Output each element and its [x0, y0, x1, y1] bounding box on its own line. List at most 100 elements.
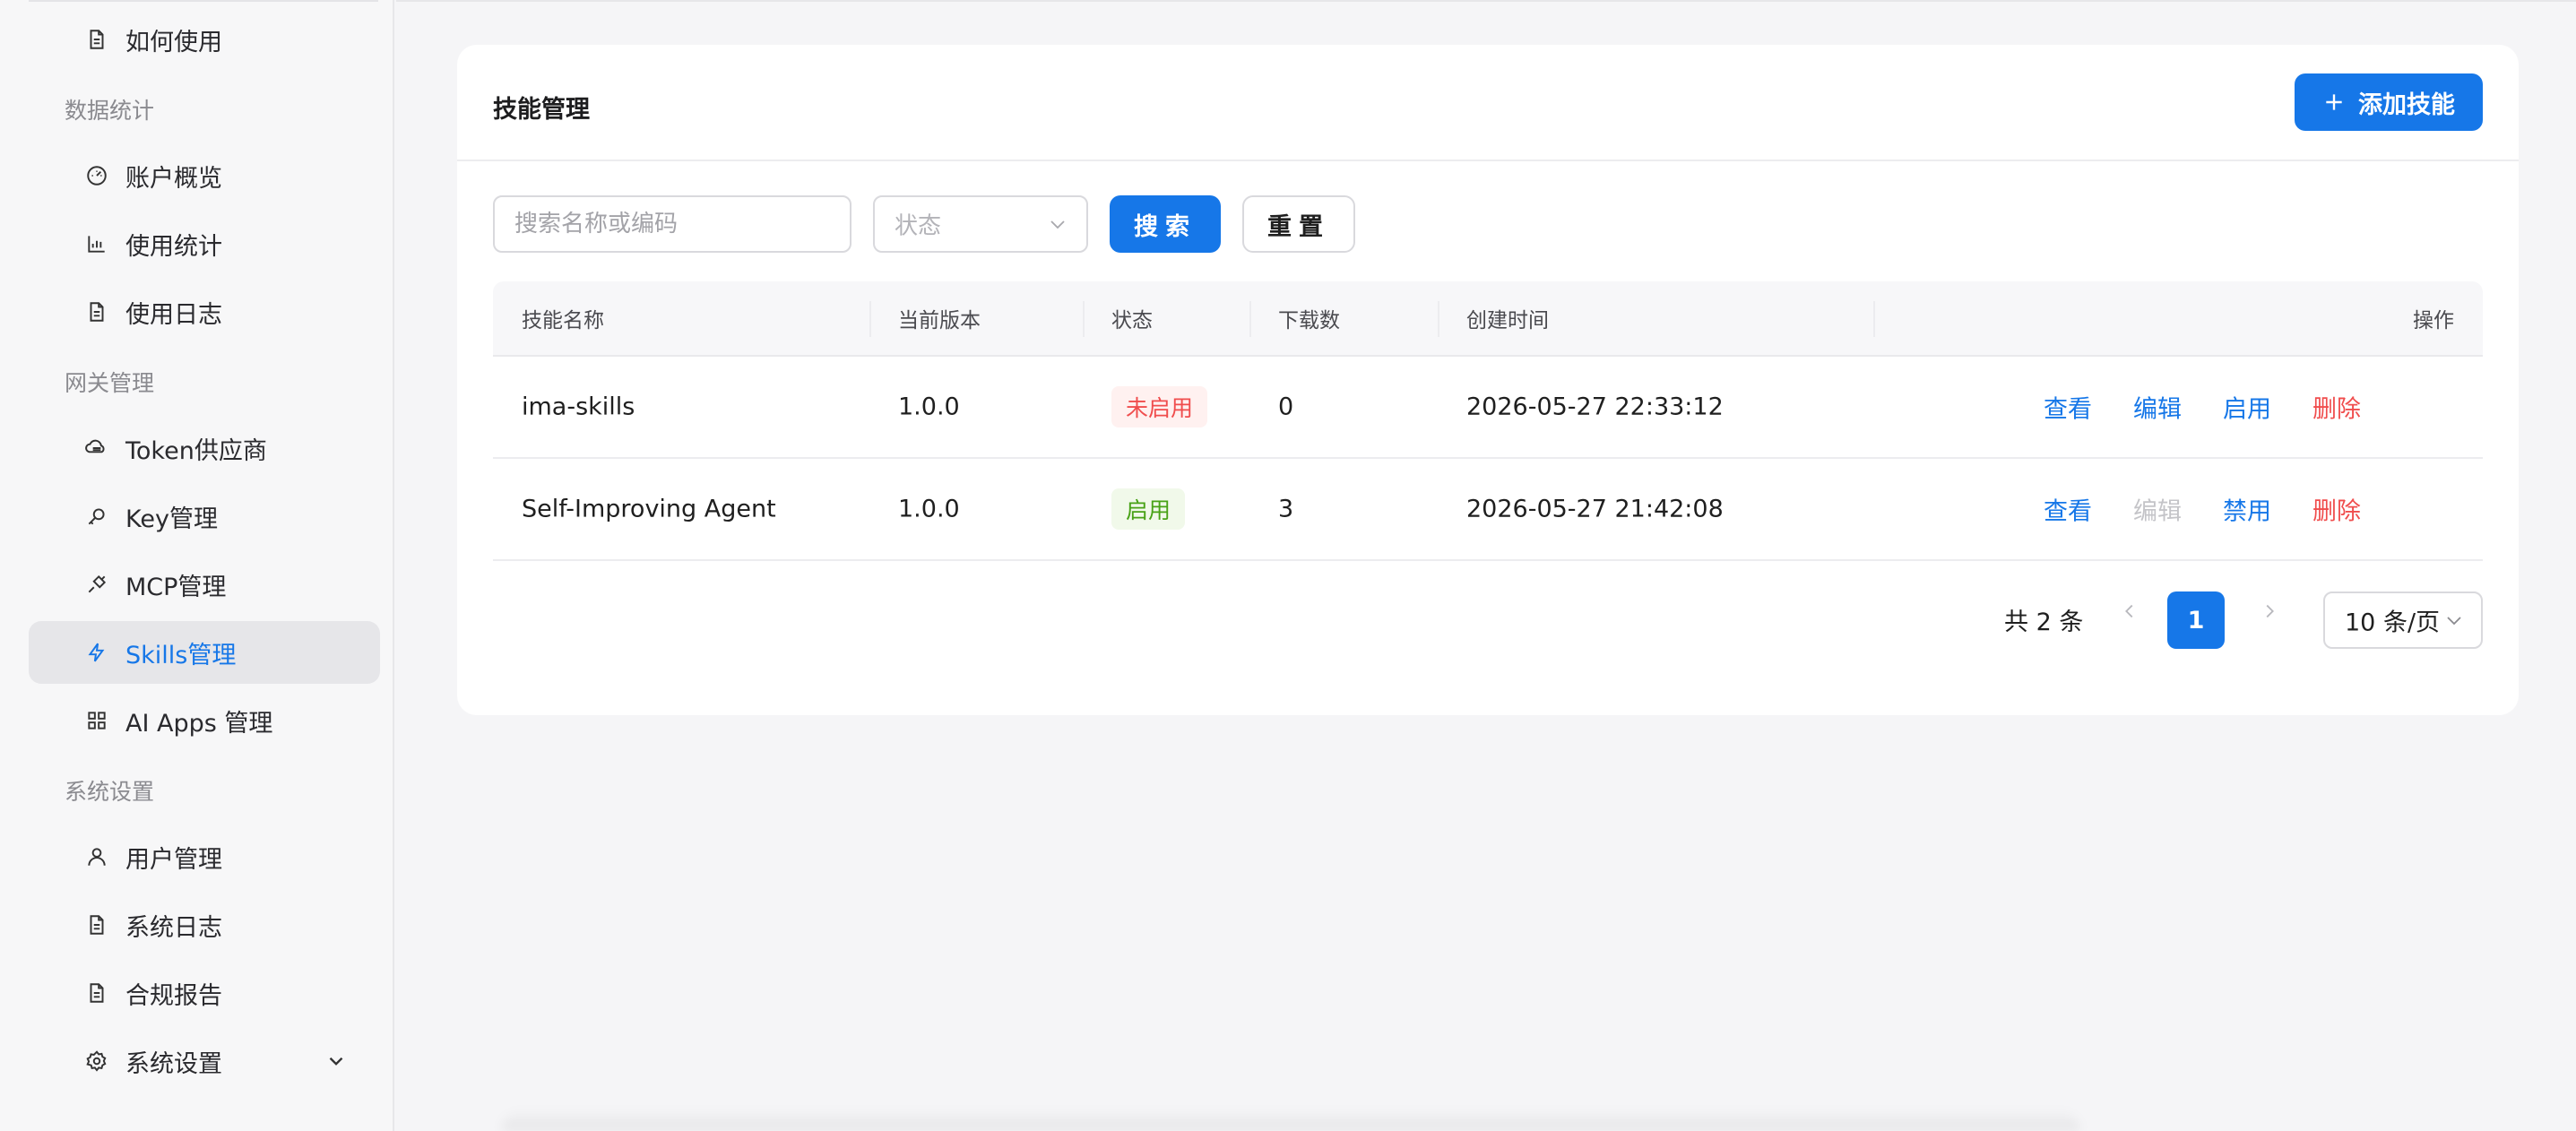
status-badge: 未启用 — [1111, 386, 1208, 427]
column-separator — [1249, 301, 1251, 337]
created-time: 2026-05-27 22:33:12 — [1466, 393, 1724, 421]
sidebar-item-how-to-use[interactable]: 如何使用 — [29, 8, 380, 71]
sidebar-item-label: 合规报告 — [125, 981, 222, 1010]
download-count: 0 — [1278, 393, 1294, 421]
status-select[interactable]: 状态 — [873, 195, 1088, 253]
add-skill-button[interactable]: 添加技能 — [2295, 73, 2483, 131]
page-size-value: 10 条/页 — [2345, 609, 2441, 637]
sidebar-item-usage-logs[interactable]: 使用日志 — [29, 281, 380, 343]
pagination-total: 共 2 条 — [2004, 609, 2084, 636]
bar-chart-icon — [84, 231, 109, 256]
skill-name: ima-skills — [522, 393, 635, 421]
chevron-down-icon — [1050, 220, 1065, 229]
sidebar-item-user-management[interactable]: 用户管理 — [29, 825, 380, 888]
sidebar-item-label: 使用统计 — [125, 232, 222, 261]
chevron-down-icon[interactable] — [324, 1049, 348, 1073]
key-icon — [84, 504, 109, 529]
lightning-icon — [84, 640, 109, 665]
table-row: Self-Improving Agent 1.0.0 启用 3 2026-05-… — [493, 459, 2483, 561]
enable-button[interactable]: 启用 — [2223, 390, 2271, 425]
user-icon — [84, 844, 109, 869]
pagination-next[interactable] — [2252, 593, 2287, 629]
sidebar-item-token-providers[interactable]: Token供应商 — [29, 417, 380, 479]
download-count: 3 — [1278, 495, 1294, 523]
sidebar-item-label: 系统日志 — [125, 913, 222, 942]
sidebar-item-system-logs[interactable]: 系统日志 — [29, 894, 380, 956]
sidebar-item-label: 账户概览 — [125, 164, 222, 193]
sidebar-item-label: AI Apps 管理 — [125, 709, 273, 738]
sidebar-item-key-management[interactable]: Key管理 — [29, 485, 380, 548]
sidebar-item-mcp-management[interactable]: MCP管理 — [29, 553, 380, 616]
chevron-left-icon — [2125, 604, 2133, 618]
column-separator — [869, 301, 871, 337]
column-separator — [1438, 301, 1439, 337]
sidebar-item-label: Skills管理 — [125, 641, 237, 669]
column-header-actions: 操作 — [2413, 309, 2454, 332]
sidebar-item-ai-apps-management[interactable]: AI Apps 管理 — [29, 689, 380, 752]
sidebar-item-compliance-report[interactable]: 合规报告 — [29, 962, 380, 1024]
sidebar-item-label: 使用日志 — [125, 300, 222, 329]
pagination-page-current[interactable]: 1 — [2167, 591, 2225, 649]
add-skill-label: 添加技能 — [2358, 91, 2455, 119]
document-icon — [84, 299, 109, 324]
skill-version: 1.0.0 — [898, 495, 960, 523]
plug-icon — [84, 572, 109, 597]
sidebar-item-label: Key管理 — [125, 505, 218, 533]
created-time: 2026-05-27 21:42:08 — [1466, 495, 1724, 523]
table-header: 技能名称 当前版本 状态 下载数 创建时间 操作 — [493, 281, 2483, 357]
reset-button[interactable]: 重置 — [1242, 195, 1355, 253]
plus-icon — [2326, 94, 2342, 110]
skill-name: Self-Improving Agent — [522, 495, 776, 523]
page-size-select[interactable]: 10 条/页 — [2323, 591, 2483, 649]
document-icon — [84, 27, 109, 52]
document-icon — [84, 980, 109, 1006]
app-window: 如何使用 数据统计 账户概览 使用统计 使用日志 网关管理 Token供应商 K… — [0, 0, 2576, 1131]
column-header-name: 技能名称 — [522, 309, 604, 332]
view-button[interactable]: 查看 — [2044, 492, 2092, 527]
disable-button[interactable]: 禁用 — [2223, 492, 2271, 527]
skill-version: 1.0.0 — [898, 393, 960, 421]
search-input[interactable] — [493, 195, 851, 253]
column-header-downloads: 下载数 — [1278, 309, 1340, 332]
edit-button-disabled: 编辑 — [2133, 497, 2182, 526]
sidebar: 如何使用 数据统计 账户概览 使用统计 使用日志 网关管理 Token供应商 K… — [0, 0, 394, 1131]
table-row: ima-skills 1.0.0 未启用 0 2026-05-27 22:33:… — [493, 357, 2483, 459]
skills-card: 技能管理 添加技能 状态 搜索 重置 技能名称 当前版本 状态 下载数 创建时间 — [457, 45, 2519, 715]
status-select-placeholder: 状态 — [895, 212, 942, 240]
chevron-down-icon — [2447, 617, 2461, 626]
search-button[interactable]: 搜索 — [1110, 195, 1221, 253]
sidebar-item-label: MCP管理 — [125, 573, 227, 601]
gear-icon — [84, 1049, 109, 1074]
sidebar-group-title: 数据统计 — [65, 98, 155, 124]
column-separator — [1083, 301, 1085, 337]
sidebar-group-title: 网关管理 — [65, 370, 155, 396]
document-icon — [84, 912, 109, 937]
sidebar-item-label: 用户管理 — [125, 845, 222, 874]
chevron-right-icon — [2266, 604, 2274, 618]
view-button[interactable]: 查看 — [2044, 390, 2092, 425]
column-header-version: 当前版本 — [898, 309, 981, 332]
sidebar-item-skills-management[interactable]: Skills管理 — [29, 621, 380, 684]
sidebar-item-label: 如何使用 — [125, 28, 222, 56]
sidebar-divider — [29, 0, 378, 2]
column-header-status: 状态 — [1111, 309, 1153, 332]
column-separator — [1873, 301, 1875, 337]
cloud-icon — [84, 436, 109, 461]
status-badge: 启用 — [1111, 488, 1186, 530]
card-divider — [457, 160, 2519, 161]
sidebar-item-account-overview[interactable]: 账户概览 — [29, 144, 380, 207]
sidebar-group-title: 系统设置 — [65, 779, 155, 805]
edit-button[interactable]: 编辑 — [2133, 390, 2182, 425]
dashboard-icon — [84, 163, 109, 188]
pagination-prev[interactable] — [2112, 593, 2148, 629]
page-title: 技能管理 — [493, 96, 590, 124]
delete-button[interactable]: 删除 — [2312, 390, 2361, 425]
skills-table: 技能名称 当前版本 状态 下载数 创建时间 操作 ima-skills 1.0.… — [493, 281, 2483, 561]
apps-grid-icon — [84, 708, 109, 733]
sidebar-item-label: Token供应商 — [125, 436, 267, 465]
sidebar-item-label: 系统设置 — [125, 1049, 222, 1078]
sidebar-item-usage-stats[interactable]: 使用统计 — [29, 212, 380, 275]
sidebar-item-system-settings[interactable]: 系统设置 — [29, 1030, 380, 1092]
top-divider — [396, 0, 2576, 2]
delete-button[interactable]: 删除 — [2312, 492, 2361, 527]
